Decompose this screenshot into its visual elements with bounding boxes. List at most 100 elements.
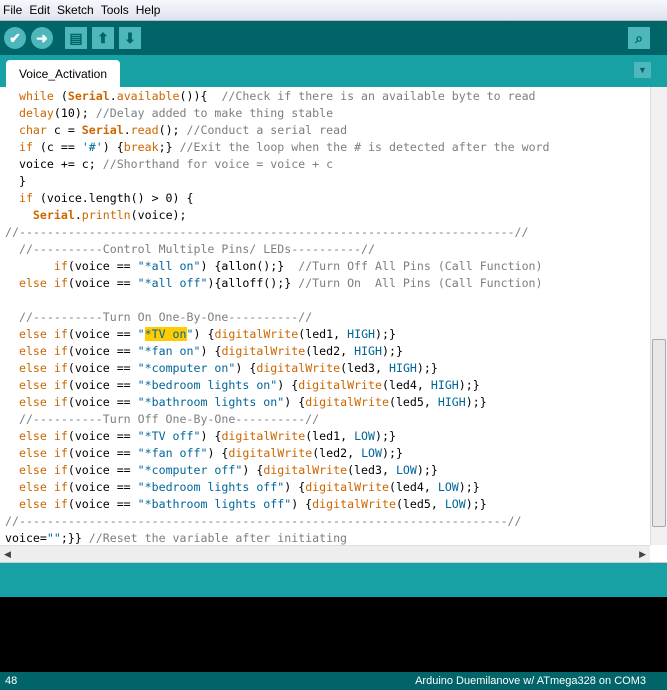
upload-button[interactable]: ➜	[31, 27, 53, 49]
code-token: else if	[18, 497, 68, 511]
code-line: else if(voice == "*computer on") {digita…	[5, 360, 650, 377]
code-token: "	[186, 327, 194, 341]
code-token: (led4,	[381, 378, 431, 392]
message-area	[0, 562, 667, 597]
code-token: ) {	[235, 361, 257, 375]
code-token: ) {	[207, 446, 229, 460]
menu-help[interactable]: Help	[136, 3, 161, 17]
code-line: //----------Control Multiple Pins/ LEDs-…	[5, 241, 650, 258]
menu-tools[interactable]: Tools	[101, 3, 129, 17]
tab-menu-button[interactable]: ▼	[634, 62, 651, 78]
code-line: //----------Turn On One-By-One----------…	[5, 309, 650, 326]
open-button[interactable]: ⬆	[92, 27, 114, 49]
horizontal-scrollbar[interactable]: ◀ ▶	[0, 545, 650, 562]
code-token: else if	[18, 395, 68, 409]
code-line: else if(voice == "*bathroom lights off")…	[5, 496, 650, 513]
code-token: LOW	[437, 480, 459, 494]
code-token: "*bathroom lights on"	[137, 395, 285, 409]
code-token: HIGH	[354, 344, 382, 358]
magnifier-icon: ⌕	[635, 29, 643, 46]
code-token: ();	[158, 123, 187, 137]
code-line: Serial.println(voice);	[5, 207, 650, 224]
scroll-left-icon[interactable]: ◀	[4, 549, 11, 560]
save-button[interactable]: ⬇	[119, 27, 141, 49]
code-token: (voice ==	[67, 276, 138, 290]
code-token: (voice ==	[67, 259, 138, 273]
code-editor[interactable]: while (Serial.available()){ //Check if t…	[0, 87, 650, 545]
console-output	[0, 597, 667, 672]
code-token: "*TV off"	[137, 429, 201, 443]
code-token: else if	[18, 344, 68, 358]
code-token: if	[18, 191, 33, 205]
code-token: (c ==	[32, 140, 82, 154]
code-line: //--------------------------------------…	[5, 513, 650, 530]
code-line: else if(voice == "*bedroom lights on") {…	[5, 377, 650, 394]
code-line: else if(voice == "*bathroom lights on") …	[5, 394, 650, 411]
code-token: (led1,	[305, 429, 355, 443]
code-token: (led2,	[312, 446, 362, 460]
code-token: ;}	[158, 140, 180, 154]
code-line: else if(voice == "*fan on") {digitalWrit…	[5, 343, 650, 360]
code-token: (voice ==	[67, 344, 138, 358]
code-token: HIGH	[388, 361, 417, 375]
code-token: HIGH	[437, 395, 466, 409]
code-line: char c = Serial.read(); //Conduct a seri…	[5, 122, 650, 139]
code-line: if(voice == "*all on") {allon();} //Turn…	[5, 258, 650, 275]
code-token: //Conduct a serial read	[186, 123, 348, 137]
code-token: Serial	[67, 89, 110, 103]
menu-edit[interactable]: Edit	[29, 3, 50, 17]
code-line: voice="";}} //Reset the variable after i…	[5, 530, 650, 545]
tab-voice-activation[interactable]: Voice_Activation	[6, 60, 120, 87]
code-token: ) {	[200, 344, 222, 358]
menu-file[interactable]: File	[3, 3, 22, 17]
code-token: ) {	[193, 327, 215, 341]
code-token: '#'	[81, 140, 103, 154]
code-token: ) {	[284, 395, 306, 409]
code-token: //Turn Off All Pins (Call Function)	[298, 259, 543, 273]
new-button[interactable]: ▤	[65, 27, 87, 49]
code-token: );}	[375, 327, 396, 341]
code-token: else if	[18, 429, 68, 443]
vertical-scrollbar[interactable]	[650, 87, 667, 545]
code-token: ) {	[242, 463, 264, 477]
code-token: ) {	[102, 140, 124, 154]
code-token: println	[81, 208, 131, 222]
code-token: LOW	[354, 429, 376, 443]
verify-button[interactable]: ✔	[4, 27, 26, 49]
code-token: HIGH	[430, 378, 459, 392]
code-token: HIGH	[347, 327, 376, 341]
chevron-down-icon: ▼	[638, 65, 647, 75]
code-token: );}	[458, 480, 480, 494]
code-token: ""	[46, 531, 61, 545]
code-token: (voice ==	[67, 327, 138, 341]
menu-sketch[interactable]: Sketch	[57, 3, 94, 17]
code-token: digitalWrite	[256, 361, 341, 375]
document-icon: ▤	[69, 29, 83, 46]
code-token: //----------Control Multiple Pins/ LEDs-…	[18, 242, 375, 256]
code-token: "*computer off"	[137, 463, 243, 477]
code-token: voice=	[5, 531, 47, 545]
code-token: ;}}	[60, 531, 89, 545]
scroll-right-icon[interactable]: ▶	[639, 549, 646, 560]
code-token: (voice ==	[67, 429, 138, 443]
code-token: //--------------------------------------…	[5, 225, 529, 239]
code-token: digitalWrite	[214, 327, 299, 341]
code-token: (voice);	[130, 208, 187, 222]
serial-monitor-button[interactable]: ⌕	[628, 27, 650, 49]
code-token: ) {	[277, 378, 299, 392]
code-line: else if(voice == "*fan off") {digitalWri…	[5, 445, 650, 462]
scrollbar-thumb[interactable]	[652, 338, 666, 527]
code-token: );}	[465, 497, 487, 511]
code-token: char	[18, 123, 47, 137]
code-token: //----------Turn Off One-By-One---------…	[18, 412, 320, 426]
